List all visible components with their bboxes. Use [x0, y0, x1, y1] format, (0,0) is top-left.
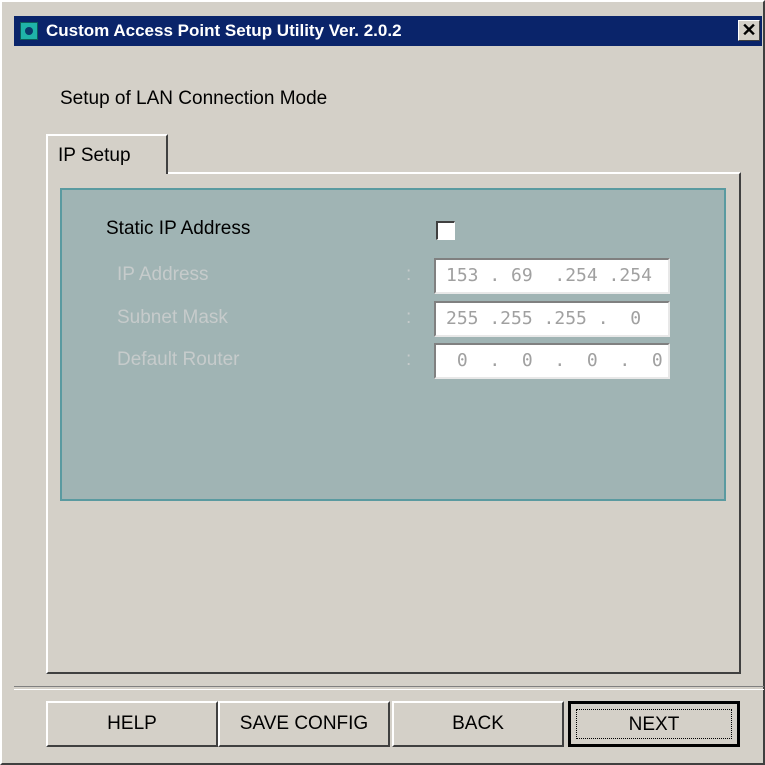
- subnet-mask-label: Subnet Mask: [117, 307, 228, 328]
- tab-ip-setup[interactable]: IP Setup: [46, 134, 168, 174]
- field-separator: :: [406, 264, 412, 285]
- window-title: Custom Access Point Setup Utility Ver. 2…: [46, 21, 402, 40]
- static-ip-checkbox[interactable]: [436, 221, 455, 240]
- app-icon: [20, 22, 38, 40]
- default-router-field[interactable]: 0 . 0 . 0 . 0: [434, 343, 670, 379]
- back-button[interactable]: BACK: [392, 701, 564, 747]
- help-button[interactable]: HELP: [46, 701, 218, 747]
- ip-address-field[interactable]: 153 . 69 .254 .254: [434, 258, 670, 294]
- app-window: Custom Access Point Setup Utility Ver. 2…: [0, 0, 765, 765]
- ip-address-label: IP Address: [117, 264, 209, 285]
- tab-label: IP Setup: [58, 145, 131, 166]
- subnet-mask-field[interactable]: 255 .255 .255 . 0: [434, 301, 670, 337]
- field-separator: :: [406, 349, 412, 370]
- default-router-label: Default Router: [117, 349, 240, 370]
- close-button[interactable]: ✕: [738, 20, 760, 41]
- next-button[interactable]: NEXT: [568, 701, 740, 747]
- field-separator: :: [406, 307, 412, 328]
- static-ip-label: Static IP Address: [106, 218, 251, 239]
- divider: [14, 686, 764, 690]
- section-heading: Setup of LAN Connection Mode: [60, 88, 328, 109]
- save-config-button[interactable]: SAVE CONFIG: [218, 701, 390, 747]
- title-bar[interactable]: Custom Access Point Setup Utility Ver. 2…: [14, 16, 762, 46]
